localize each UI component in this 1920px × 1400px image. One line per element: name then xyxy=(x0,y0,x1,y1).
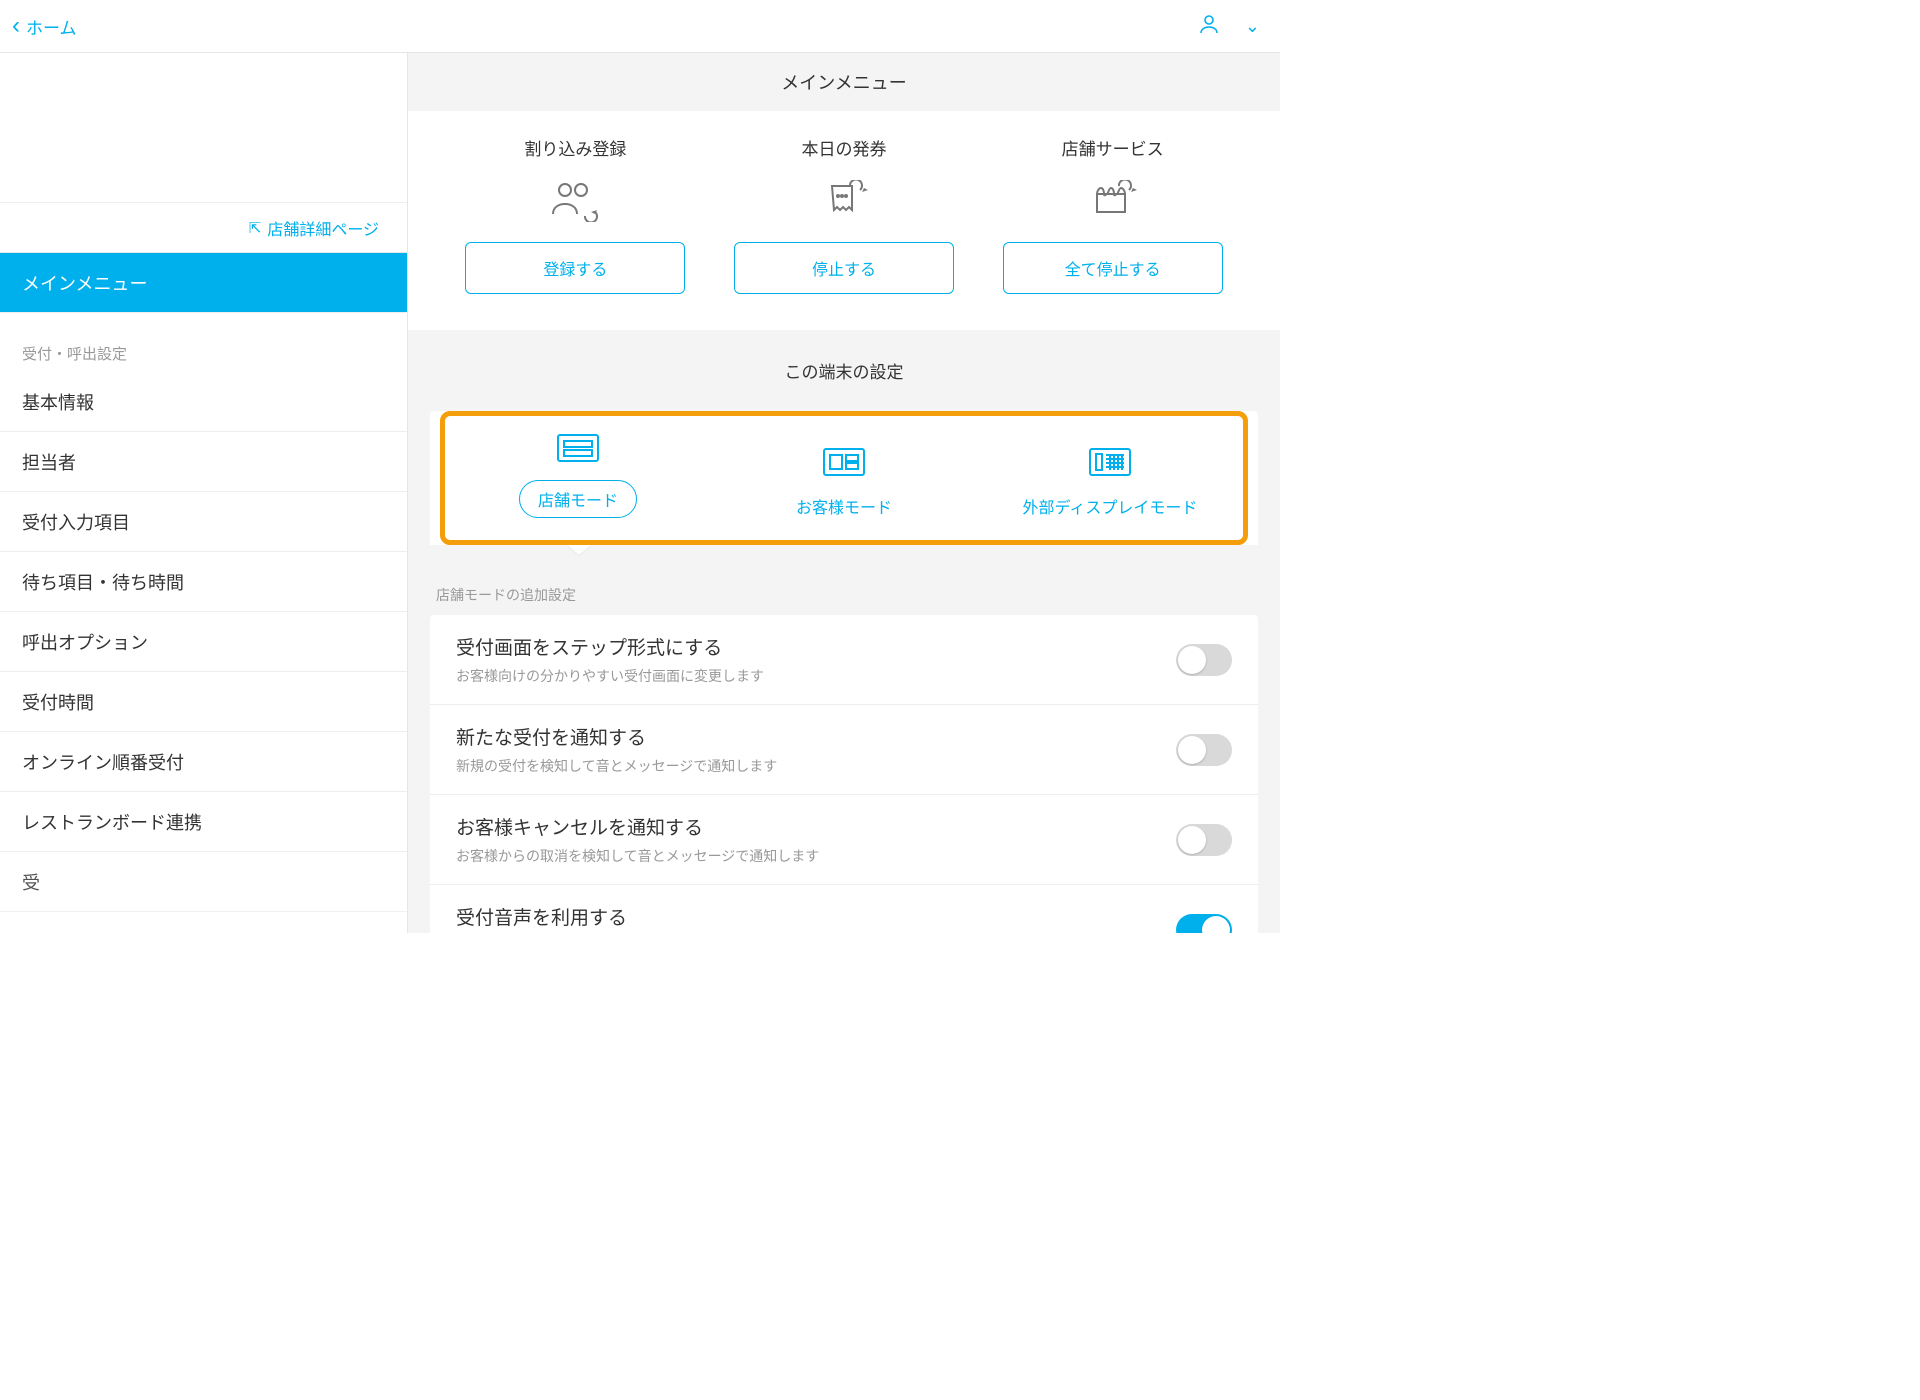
setting-title: 受付音声を利用する xyxy=(456,903,834,930)
nav-label: オンライン順番受付 xyxy=(22,749,184,775)
action-interrupt: 割り込み登録 登録する xyxy=(456,135,695,294)
nav-staff[interactable]: 担当者 xyxy=(0,432,407,492)
setting-title: 受付画面をステップ形式にする xyxy=(456,633,764,660)
setting-step-form: 受付画面をステップ形式にする お客様向けの分かりやすい受付画面に変更します xyxy=(430,615,1258,705)
store-sync-icon xyxy=(1089,178,1137,224)
setting-desc: 新規の受付を検知して音とメッセージで通知します xyxy=(456,756,777,776)
toggle-notify-cancel[interactable] xyxy=(1176,824,1232,856)
setting-desc: お客様からの取消を検知して音とメッセージで通知します xyxy=(456,846,819,866)
nav-restaurant-board[interactable]: レストランボード連携 xyxy=(0,792,407,852)
nav-label: 受 xyxy=(22,869,40,895)
nav-reception-time[interactable]: 受付時間 xyxy=(0,672,407,732)
nav-basic-info[interactable]: 基本情報 xyxy=(0,372,407,432)
external-link-icon: ⇱ xyxy=(249,219,262,237)
setting-voice: 受付音声を利用する 一定時間操作がない時、お客様向けの受付音声を再生します xyxy=(430,885,1258,933)
nav-online-queue[interactable]: オンライン順番受付 xyxy=(0,732,407,792)
setting-notify-new: 新たな受付を通知する 新規の受付を検知して音とメッセージで通知します xyxy=(430,705,1258,795)
chevron-left-icon: ‹ xyxy=(12,14,20,38)
nav-label: 受付時間 xyxy=(22,689,94,715)
nav-input-items[interactable]: 受付入力項目 xyxy=(0,492,407,552)
setting-title: 新たな受付を通知する xyxy=(456,723,777,750)
nav-main-menu-label: メインメニュー xyxy=(22,270,147,296)
action-service: 店舗サービス 全て停止する xyxy=(993,135,1232,294)
toggle-step-form[interactable] xyxy=(1176,644,1232,676)
toggle-voice[interactable] xyxy=(1176,914,1232,934)
store-mode-settings-group: 店舗モードの追加設定 受付画面をステップ形式にする お客様向けの分かりやすい受付… xyxy=(430,563,1258,933)
mode-customer[interactable]: お客様モード xyxy=(711,444,977,518)
nav-label: レストランボード連携 xyxy=(22,809,202,835)
mode-selector-highlight: 店舗モード お客様モード xyxy=(440,411,1248,545)
people-sync-icon xyxy=(551,178,599,224)
nav-label: 受付入力項目 xyxy=(22,509,130,535)
nav-partial-item[interactable]: 受 xyxy=(0,852,407,912)
actions-card: 割り込み登録 登録する 本日の発券 xyxy=(408,111,1280,330)
chevron-down-icon[interactable]: ⌄ xyxy=(1245,16,1260,37)
mode-label: お客様モード xyxy=(796,494,892,518)
action-ticket: 本日の発券 停止する xyxy=(725,135,964,294)
action-title: 割り込み登録 xyxy=(524,135,626,160)
mode-label: 外部ディスプレイモード xyxy=(1023,494,1198,518)
store-detail-label: 店舗詳細ページ xyxy=(267,216,379,240)
nav-wait[interactable]: 待ち項目・待ち時間 xyxy=(0,552,407,612)
user-icon[interactable] xyxy=(1197,12,1221,41)
setting-desc: お客様向けの分かりやすい受付画面に変更します xyxy=(456,666,764,686)
settings-group-title: 店舗モードの追加設定 xyxy=(430,563,1258,615)
main-panel: メインメニュー 割り込み登録 登録する 本日の発券 xyxy=(408,53,1280,933)
mode-label: 店舗モード xyxy=(519,480,637,518)
nav-label: 基本情報 xyxy=(22,389,94,415)
top-header: ‹ ホーム ⌄ xyxy=(0,0,1280,53)
nav-call-option[interactable]: 呼出オプション xyxy=(0,612,407,672)
mode-notch-icon xyxy=(567,545,591,555)
mode-external-display[interactable]: 外部ディスプレイモード xyxy=(977,444,1243,518)
action-title: 本日の発券 xyxy=(802,135,887,160)
setting-title: お客様キャンセルを通知する xyxy=(456,813,819,840)
nav-label: 待ち項目・待ち時間 xyxy=(22,569,184,595)
store-info-block xyxy=(0,53,407,203)
stop-all-button[interactable]: 全て停止する xyxy=(1003,242,1223,294)
main-title: メインメニュー xyxy=(408,53,1280,111)
register-button[interactable]: 登録する xyxy=(465,242,685,294)
sidebar: ⇱ 店舗詳細ページ メインメニュー 受付・呼出設定 基本情報 担当者 受付入力項… xyxy=(0,53,408,933)
action-title: 店舗サービス xyxy=(1062,135,1164,160)
toggle-notify-new[interactable] xyxy=(1176,734,1232,766)
back-button[interactable]: ‹ ホーム xyxy=(12,14,77,39)
nav-label: 担当者 xyxy=(22,449,76,475)
nav-section-label: 受付・呼出設定 xyxy=(0,313,407,372)
store-mode-icon xyxy=(556,430,600,466)
stop-button[interactable]: 停止する xyxy=(734,242,954,294)
external-display-mode-icon xyxy=(1088,444,1132,480)
back-label: ホーム xyxy=(26,14,77,39)
settings-card: 受付画面をステップ形式にする お客様向けの分かりやすい受付画面に変更します 新た… xyxy=(430,615,1258,933)
nav-main-menu[interactable]: メインメニュー xyxy=(0,253,407,313)
store-detail-link[interactable]: ⇱ 店舗詳細ページ xyxy=(0,203,407,253)
receipt-sync-icon xyxy=(820,178,868,224)
nav-label: 呼出オプション xyxy=(22,629,148,655)
setting-notify-cancel: お客様キャンセルを通知する お客様からの取消を検知して音とメッセージで通知します xyxy=(430,795,1258,885)
modes-card: 店舗モード お客様モード xyxy=(430,411,1258,545)
device-settings-title: この端末の設定 xyxy=(408,330,1280,399)
mode-store[interactable]: 店舗モード xyxy=(445,430,711,518)
customer-mode-icon xyxy=(822,444,866,480)
